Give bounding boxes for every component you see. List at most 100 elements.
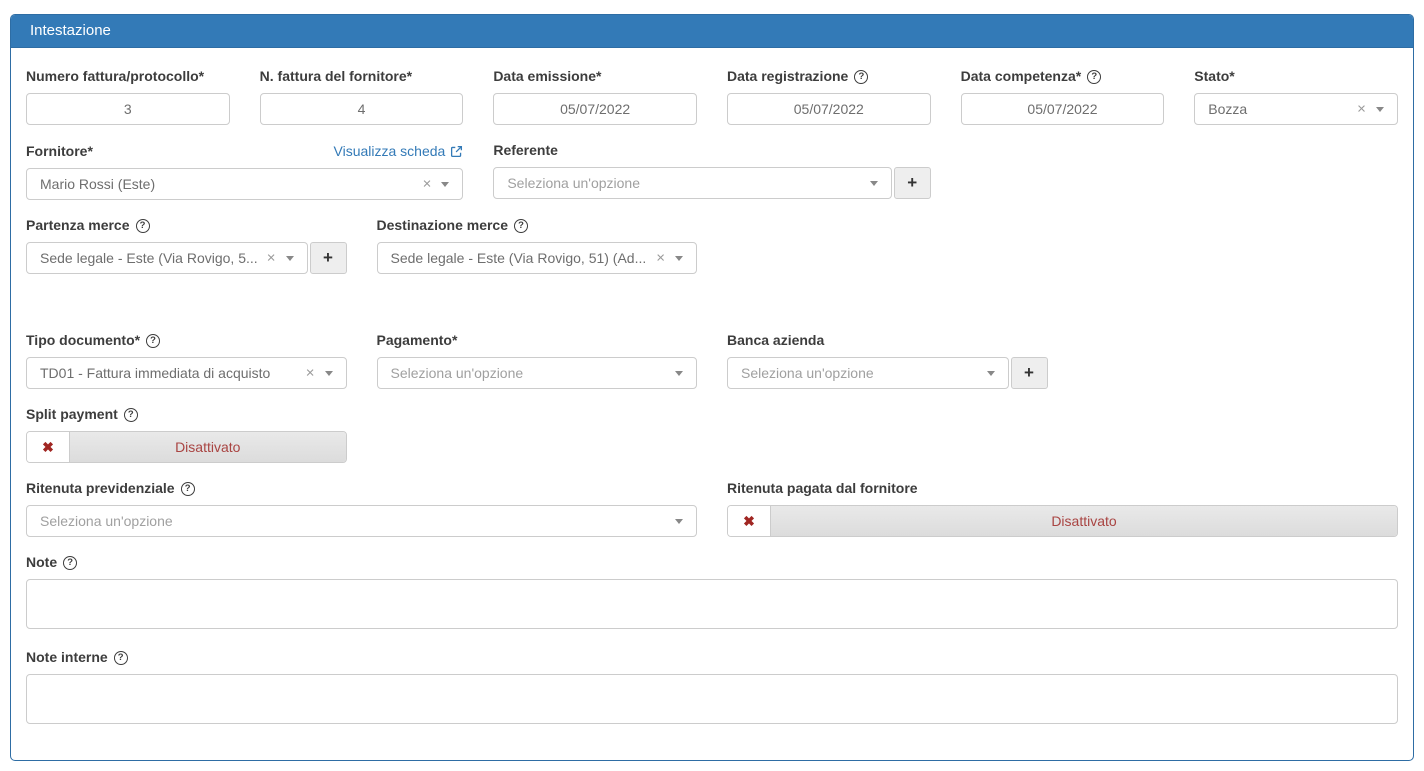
field-fornitore: Fornitore* Visualizza scheda Mario Rossi… <box>11 143 478 200</box>
clear-icon[interactable]: × <box>423 177 432 192</box>
help-icon[interactable]: ? <box>146 334 160 348</box>
field-tipo-documento: Tipo documento* ? TD01 - Fattura immedia… <box>11 333 362 389</box>
help-icon[interactable]: ? <box>181 482 195 496</box>
plus-icon: + <box>323 248 333 268</box>
chevron-down-icon <box>325 371 333 376</box>
help-icon[interactable]: ? <box>114 651 128 665</box>
destinazione-merce-selected-value: Sede legale - Este (Via Rovigo, 51) (Ad.… <box>391 250 653 266</box>
ritenuta-previdenziale-select[interactable]: Seleziona un'opzione <box>26 505 697 537</box>
destinazione-merce-select[interactable]: Sede legale - Este (Via Rovigo, 51) (Ad.… <box>377 242 698 274</box>
field-ritenuta-previdenziale: Ritenuta previdenziale ? Seleziona un'op… <box>11 481 712 537</box>
toggle-off-icon: ✖ <box>728 506 771 536</box>
row-merce: Partenza merce ? Sede legale - Este (Via… <box>11 218 1413 274</box>
add-partenza-merce-button[interactable]: + <box>310 242 347 274</box>
help-icon[interactable]: ? <box>63 556 77 570</box>
numero-fattura-label: Numero fattura/protocollo* <box>26 69 230 84</box>
add-banca-azienda-button[interactable]: + <box>1011 357 1048 389</box>
n-fattura-fornitore-input[interactable] <box>260 93 464 125</box>
ritenuta-previdenziale-placeholder: Seleziona un'opzione <box>40 513 666 529</box>
ritenuta-pagata-state: Disattivato <box>771 506 1397 536</box>
field-referente: Referente Seleziona un'opzione + <box>478 143 945 200</box>
clear-icon[interactable]: × <box>1357 102 1366 117</box>
split-payment-label: Split payment <box>26 407 118 422</box>
panel-body: Numero fattura/protocollo* N. fattura de… <box>11 48 1413 760</box>
visualizza-scheda-link[interactable]: Visualizza scheda <box>334 143 464 159</box>
field-split-payment: Split payment ? ✖ Disattivato <box>11 407 362 463</box>
help-icon[interactable]: ? <box>1087 70 1101 84</box>
clear-icon[interactable]: × <box>306 366 315 381</box>
external-link-icon <box>450 145 463 158</box>
chevron-down-icon <box>987 371 995 376</box>
split-payment-state: Disattivato <box>70 432 346 462</box>
stato-selected-value: Bozza <box>1208 101 1353 117</box>
row-ritenute: Ritenuta previdenziale ? Seleziona un'op… <box>11 481 1413 537</box>
toggle-off-icon: ✖ <box>27 432 70 462</box>
fornitore-select[interactable]: Mario Rossi (Este) × <box>26 168 463 200</box>
plus-icon: + <box>907 173 917 193</box>
field-pagamento: Pagamento* Seleziona un'opzione <box>362 333 713 389</box>
split-payment-toggle[interactable]: ✖ Disattivato <box>26 431 347 463</box>
help-icon[interactable]: ? <box>136 219 150 233</box>
row-header-fields: Numero fattura/protocollo* N. fattura de… <box>11 69 1413 125</box>
help-icon[interactable]: ? <box>854 70 868 84</box>
data-registrazione-input[interactable] <box>727 93 931 125</box>
row-documento-pagamento: Tipo documento* ? TD01 - Fattura immedia… <box>11 333 1413 389</box>
field-data-emissione: Data emissione* <box>478 69 712 125</box>
field-note: Note ? <box>11 555 1413 632</box>
chevron-down-icon <box>286 256 294 261</box>
ritenuta-previdenziale-label: Ritenuta previdenziale <box>26 481 175 496</box>
pagamento-select[interactable]: Seleziona un'opzione <box>377 357 698 389</box>
plus-icon: + <box>1024 363 1034 383</box>
referente-placeholder: Seleziona un'opzione <box>507 175 860 191</box>
row-note-interne: Note interne ? <box>11 650 1413 727</box>
help-icon[interactable]: ? <box>514 219 528 233</box>
partenza-merce-select[interactable]: Sede legale - Este (Via Rovigo, 5... × <box>26 242 308 274</box>
partenza-merce-label: Partenza merce <box>26 218 130 233</box>
data-competenza-input[interactable] <box>961 93 1165 125</box>
panel-title: Intestazione <box>11 15 1413 48</box>
fornitore-label: Fornitore* <box>26 144 93 159</box>
field-banca-azienda: Banca azienda Seleziona un'opzione + <box>712 333 1063 389</box>
pagamento-placeholder: Seleziona un'opzione <box>391 365 667 381</box>
banca-azienda-placeholder: Seleziona un'opzione <box>741 365 978 381</box>
note-textarea[interactable] <box>26 579 1398 629</box>
ritenuta-pagata-toggle[interactable]: ✖ Disattivato <box>727 505 1398 537</box>
section-spacer <box>11 292 1413 333</box>
n-fattura-fornitore-label: N. fattura del fornitore* <box>260 69 464 84</box>
add-referente-button[interactable]: + <box>894 167 931 199</box>
clear-icon[interactable]: × <box>656 251 665 266</box>
banca-azienda-select[interactable]: Seleziona un'opzione <box>727 357 1009 389</box>
field-numero-fattura-protocollo: Numero fattura/protocollo* <box>11 69 245 125</box>
tipo-documento-select[interactable]: TD01 - Fattura immediata di acquisto × <box>26 357 347 389</box>
tipo-documento-label: Tipo documento* <box>26 333 140 348</box>
field-note-interne: Note interne ? <box>11 650 1413 727</box>
field-destinazione-merce: Destinazione merce ? Sede legale - Este … <box>362 218 713 274</box>
field-partenza-merce: Partenza merce ? Sede legale - Este (Via… <box>11 218 362 274</box>
note-label: Note <box>26 555 57 570</box>
data-emissione-label: Data emissione* <box>493 69 697 84</box>
stato-label: Stato* <box>1194 69 1398 84</box>
pagamento-label: Pagamento* <box>377 333 698 348</box>
chevron-down-icon <box>675 371 683 376</box>
referente-label: Referente <box>493 143 930 158</box>
help-icon[interactable]: ? <box>124 408 138 422</box>
data-emissione-input[interactable] <box>493 93 697 125</box>
stato-select[interactable]: Bozza × <box>1194 93 1398 125</box>
chevron-down-icon <box>441 182 449 187</box>
data-competenza-label: Data competenza* <box>961 69 1082 84</box>
partenza-merce-selected-value: Sede legale - Este (Via Rovigo, 5... <box>40 250 263 266</box>
chevron-down-icon <box>675 519 683 524</box>
numero-fattura-input[interactable] <box>26 93 230 125</box>
clear-icon[interactable]: × <box>267 251 276 266</box>
chevron-down-icon <box>1376 107 1384 112</box>
note-interne-textarea[interactable] <box>26 674 1398 724</box>
tipo-documento-selected-value: TD01 - Fattura immediata di acquisto <box>40 365 302 381</box>
referente-select[interactable]: Seleziona un'opzione <box>493 167 891 199</box>
row-fornitore-referente: Fornitore* Visualizza scheda Mario Rossi… <box>11 143 1413 200</box>
destinazione-merce-label: Destinazione merce <box>377 218 509 233</box>
field-ritenuta-pagata: Ritenuta pagata dal fornitore ✖ Disattiv… <box>712 481 1413 537</box>
data-registrazione-label: Data registrazione <box>727 69 848 84</box>
field-data-registrazione: Data registrazione ? <box>712 69 946 125</box>
fornitore-selected-value: Mario Rossi (Este) <box>40 176 418 192</box>
chevron-down-icon <box>675 256 683 261</box>
